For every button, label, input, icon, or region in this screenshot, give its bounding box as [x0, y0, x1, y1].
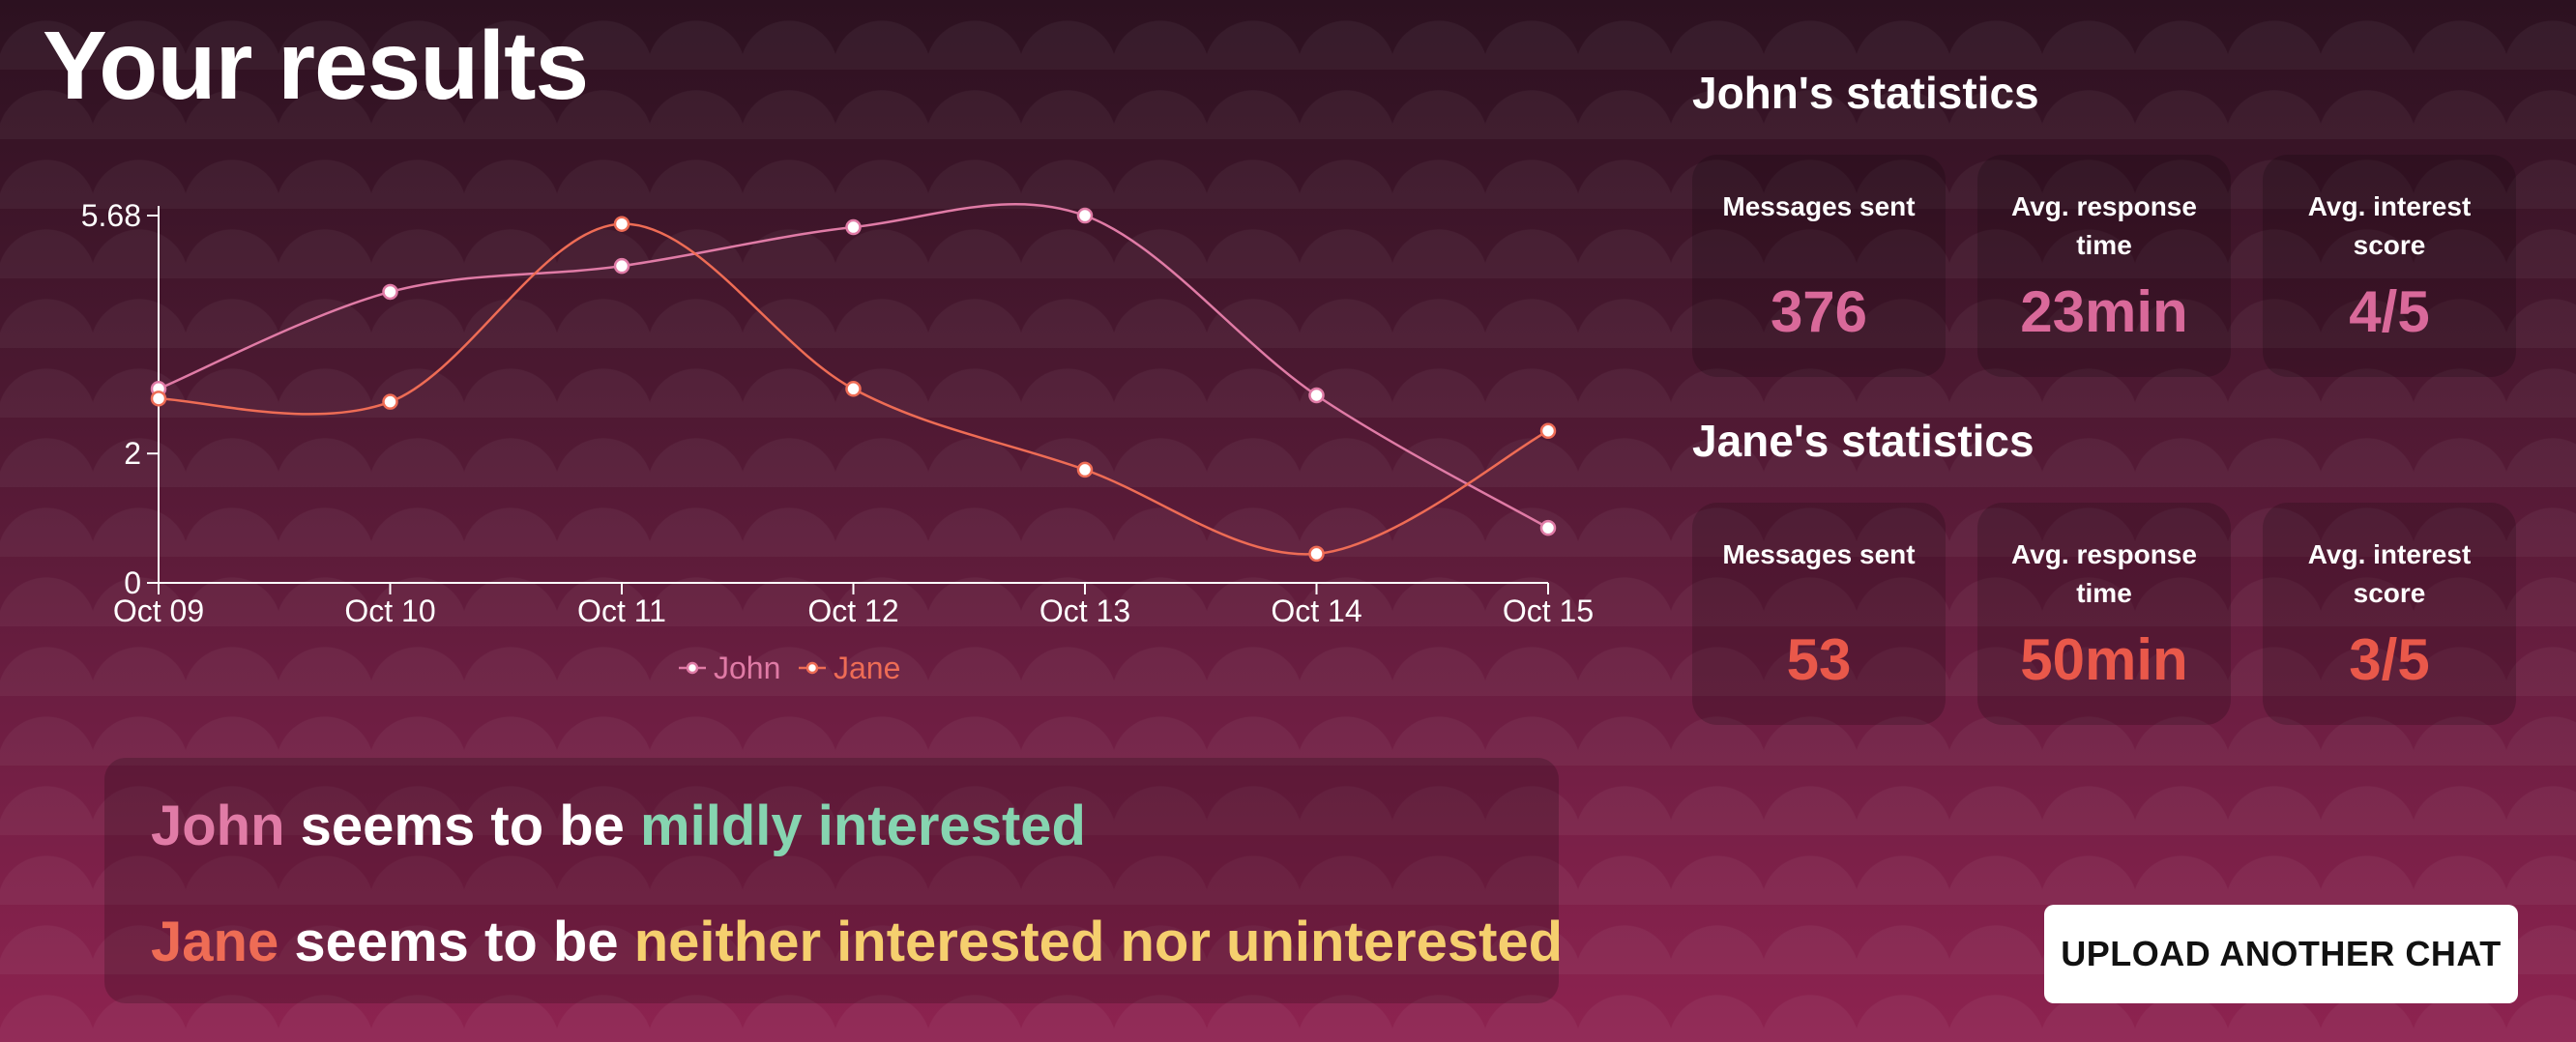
john-series-line — [158, 202, 1549, 530]
card-label: Messages sent — [1722, 539, 1916, 569]
y-tick-label: 5.68 — [81, 198, 141, 233]
card-value: 53 — [1786, 627, 1852, 692]
x-tick-label: Oct 09 — [113, 593, 204, 628]
jane-data-point — [150, 391, 167, 407]
john-interest-line: John seems to be mildly interested — [151, 793, 1086, 860]
card-label: Messages sent — [1722, 191, 1916, 221]
john-legend-marker — [686, 661, 699, 675]
john-data-point — [1308, 387, 1325, 404]
x-tick-label: Oct 12 — [807, 593, 898, 628]
x-tick-label: Oct 11 — [577, 593, 666, 628]
john-middle-text: seems to be — [284, 795, 641, 857]
jane-verdict: neither interested nor uninterested — [633, 911, 1564, 973]
john-data-point — [845, 218, 862, 236]
interest-summary: John seems to be mildly interested Jane … — [104, 758, 1563, 1003]
john-name: John — [151, 795, 285, 857]
y-tick-label: 2 — [124, 436, 141, 471]
card-value: 50min — [2020, 627, 2188, 692]
chart-legend: John Jane — [679, 651, 900, 685]
x-tick-label: Oct 15 — [1503, 593, 1594, 628]
jane-legend-marker — [805, 661, 819, 675]
card-value: 376 — [1770, 279, 1868, 344]
jane-messages-card: Messages sent 53 — [1692, 503, 1946, 725]
card-label: Avg. interest score — [2307, 539, 2472, 608]
john-interest-card: Avg. interest score 4/5 — [2263, 155, 2516, 377]
upload-another-chat-button[interactable]: UPLOAD ANOTHER CHAT — [2044, 905, 2518, 1003]
john-verdict: mildly interested — [640, 795, 1086, 857]
jane-data-point — [845, 381, 862, 397]
john-legend-label: John — [714, 651, 780, 685]
x-tick-label: Oct 10 — [344, 593, 435, 628]
jane-name: Jane — [151, 911, 279, 973]
jane-interest-card: Avg. interest score 3/5 — [2263, 503, 2516, 725]
john-messages-card: Messages sent 376 — [1692, 155, 1946, 377]
john-data-point — [1076, 207, 1094, 224]
jane-interest-line: Jane seems to be neither interested nor … — [151, 909, 1563, 976]
john-stats-heading: John's statistics — [1692, 68, 2039, 118]
card-value: 23min — [2020, 279, 2188, 344]
card-value: 4/5 — [2349, 279, 2430, 344]
john-data-point — [1539, 519, 1557, 536]
x-tick-label: Oct 13 — [1039, 593, 1130, 628]
jane-data-point — [1308, 545, 1325, 563]
jane-response-card: Avg. response time 50min — [1977, 503, 2231, 725]
jane-stats-heading: Jane's statistics — [1692, 416, 2034, 466]
jane-legend-label: Jane — [834, 651, 900, 685]
jane-data-point — [382, 393, 398, 410]
page-title: Your results — [43, 12, 589, 120]
card-label: Avg. response time — [2011, 539, 2197, 608]
jane-middle-text: seems to be — [278, 911, 634, 973]
jane-data-point — [1076, 461, 1094, 478]
card-value: 3/5 — [2349, 627, 2430, 692]
card-label: Avg. response time — [2011, 191, 2197, 260]
john-data-point — [613, 257, 630, 275]
x-tick-label: Oct 14 — [1271, 593, 1361, 628]
john-data-point — [382, 283, 398, 301]
john-response-card: Avg. response time 23min — [1977, 155, 2231, 377]
jane-data-point — [1539, 422, 1557, 440]
jane-data-point — [613, 216, 630, 232]
card-label: Avg. interest score — [2307, 191, 2472, 260]
interaction-chart: 5.6820Oct 09 Oct 10 Oct 11 Oct 12 Oct 13 Oct … — [81, 198, 1594, 685]
